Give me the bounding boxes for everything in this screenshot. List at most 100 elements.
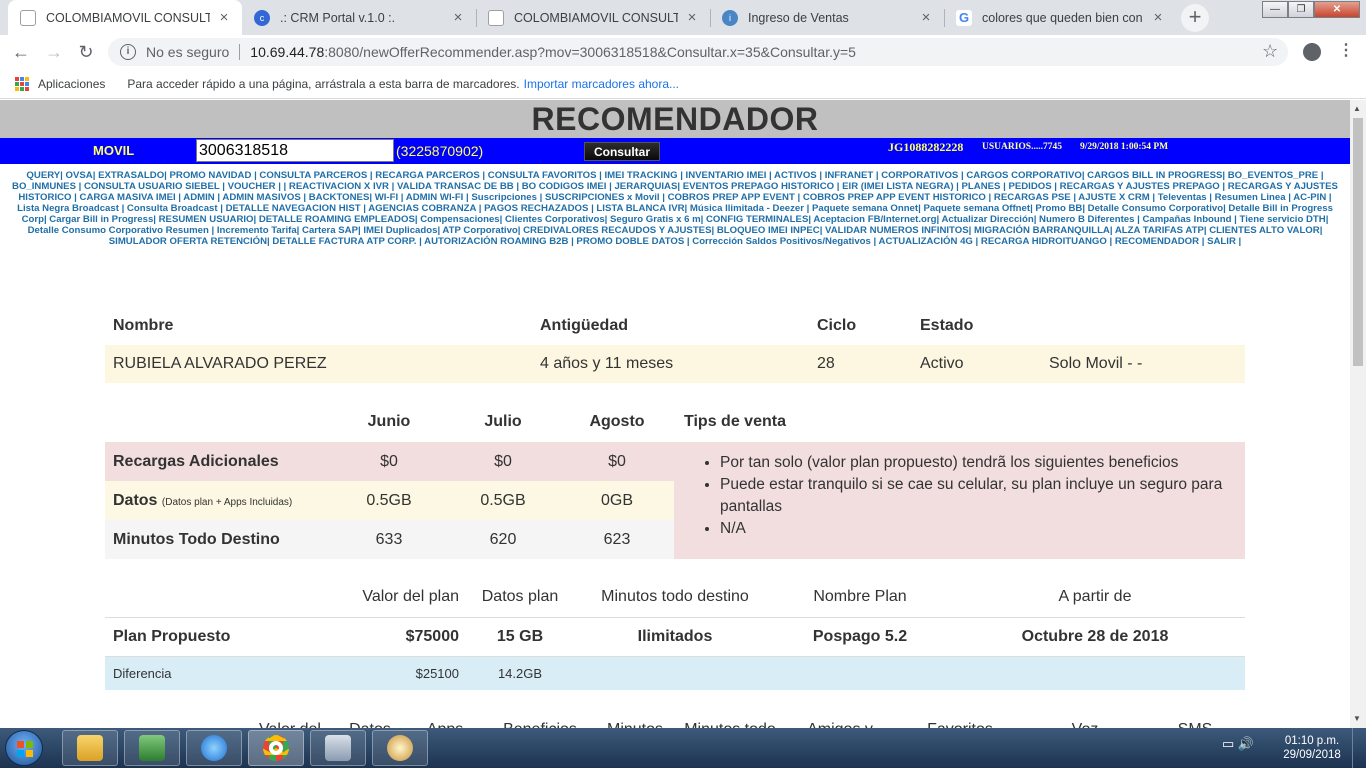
minimize-button[interactable]: — (1262, 1, 1288, 18)
security-label: No es seguro (146, 44, 230, 60)
windows-logo-icon (17, 741, 33, 757)
page-viewport: RECOMENDADOR MOVIL 3006318518 (322587090… (0, 100, 1350, 728)
reload-button[interactable]: ↻ (74, 41, 98, 65)
bookmark-star-icon[interactable]: ☆ (1262, 41, 1278, 62)
row-label-text: Datos (113, 491, 158, 509)
forward-button[interactable]: → (42, 41, 66, 65)
excel-taskbar-button[interactable] (124, 730, 180, 766)
consultar-button[interactable]: Consultar (584, 142, 660, 161)
windows-taskbar: ▭ 🔊 01:10 p.m. 29/09/2018 (0, 728, 1366, 768)
tab-title: colores que queden bien con gr (982, 10, 1144, 25)
cell-value: 0.5GB (332, 481, 446, 520)
apps-shortcut[interactable]: Aplicaciones (38, 77, 105, 91)
close-window-button[interactable]: ✕ (1314, 1, 1360, 18)
page-scrollbar[interactable]: ▲ ▼ (1350, 100, 1366, 728)
col-header: Nombre (113, 317, 174, 334)
paint-taskbar-button[interactable] (372, 730, 428, 766)
col-header: Ciclo (817, 317, 857, 334)
volume-icon[interactable]: 🔊 (1238, 736, 1254, 751)
col-header: Apps (405, 718, 485, 728)
spreadsheet-icon (139, 735, 165, 761)
start-button[interactable] (5, 730, 43, 766)
scroll-up-icon[interactable]: ▲ (1353, 104, 1361, 113)
month-header: Agosto (589, 413, 645, 430)
col-header: A partir de (945, 578, 1245, 618)
plan-start-date: Octubre 28 de 2018 (1021, 627, 1169, 645)
clock-time: 01:10 p.m. (1284, 735, 1340, 747)
table-row: Recargas Adicionales $0 $0 $0 Por tan so… (105, 442, 1245, 559)
col-header: Minutos (595, 718, 675, 728)
cell-value: 0.5GB (446, 481, 560, 520)
calculator-taskbar-button[interactable] (310, 730, 366, 766)
new-tab-button[interactable]: + (1181, 4, 1209, 32)
plan-data: 15 GB (496, 627, 544, 645)
movil-label: MOVIL (93, 143, 135, 158)
page-icon (488, 9, 504, 26)
tip-item: Puede estar tranquilo si se cae su celul… (720, 474, 1225, 518)
divider (239, 44, 241, 60)
tab-title: COLOMBIAMOVIL CONSULTA IN (46, 10, 210, 25)
info-icon[interactable]: i (120, 44, 136, 60)
browser-tab[interactable]: G colores que queden bien con gr × (944, 0, 1176, 35)
col-header: Datos plan (465, 578, 575, 618)
plan-label: Plan Propuesto (113, 627, 231, 645)
explorer-taskbar-button[interactable] (62, 730, 118, 766)
table-row: Plan Propuesto $75000 15 GB Ilimitados P… (105, 617, 1245, 656)
scroll-down-icon[interactable]: ▼ (1353, 714, 1361, 723)
table-header-row: Valor del Datos Apps Beneficios Minutos … (105, 718, 1245, 728)
browser-toolbar: ← → ↻ i No es seguro 10.69.44.78:8080/ne… (0, 35, 1366, 69)
close-icon[interactable]: × (684, 9, 700, 26)
col-header: Beneficios (485, 718, 595, 728)
crm-icon: c (254, 9, 270, 26)
row-note: (Datos plan + Apps Incluidas) (161, 496, 293, 508)
chrome-icon (263, 735, 289, 761)
col-header: Minutos todo destino (575, 578, 775, 618)
cell-value: 623 (560, 520, 674, 559)
network-icon[interactable]: ▭ (1222, 736, 1234, 751)
chrome-taskbar-button[interactable] (248, 730, 304, 766)
row-label: Recargas Adicionales (105, 442, 332, 481)
close-icon[interactable]: × (216, 9, 232, 26)
tab-title: Ingreso de Ventas (748, 10, 849, 25)
page-icon (20, 9, 36, 26)
diff-value: $25100 (305, 655, 465, 690)
calculator-icon (325, 735, 351, 761)
browser-tab[interactable]: c .: CRM Portal v.1.0 :. × (242, 0, 476, 35)
plan-table: Valor del plan Datos plan Minutos todo d… (105, 578, 1245, 690)
plan-name: Pospago 5.2 (812, 627, 908, 645)
show-desktop-button[interactable] (1352, 728, 1366, 768)
tips-header: Tips de venta (684, 413, 786, 430)
browser-tab[interactable]: i Ingreso de Ventas × (710, 0, 944, 35)
close-icon[interactable]: × (1150, 9, 1166, 26)
cell-value: 620 (446, 520, 560, 559)
apps-grid-icon[interactable] (15, 76, 29, 91)
tab-title: COLOMBIAMOVIL CONSULTA IN (514, 10, 678, 25)
users-count: USUARIOS.....7745 (982, 142, 1062, 152)
close-icon[interactable]: × (918, 9, 934, 26)
table-row: Diferencia $25100 14.2GB (105, 655, 1245, 690)
tab-title: .: CRM Portal v.1.0 :. (280, 10, 396, 25)
phone-input[interactable]: 3006318518 (196, 139, 394, 162)
back-button[interactable]: ← (9, 41, 33, 65)
row-label: Datos (Datos plan + Apps Incluidas) (105, 481, 332, 520)
cell-value: 0GB (560, 481, 674, 520)
customer-type: Solo Movil - - (1041, 345, 1245, 383)
user-code: JG1088282228 (888, 140, 964, 154)
import-bookmarks-link[interactable]: Importar marcadores ahora... (524, 77, 679, 91)
system-tray[interactable]: ▭ 🔊 (1222, 736, 1254, 752)
ie-taskbar-button[interactable] (186, 730, 242, 766)
scroll-thumb[interactable] (1353, 118, 1363, 366)
account-icon[interactable] (1303, 43, 1321, 61)
address-bar[interactable]: i No es seguro 10.69.44.78:8080/newOffer… (108, 38, 1288, 66)
menu-kebab-icon[interactable]: ⋮ (1338, 40, 1354, 60)
browser-tab[interactable]: COLOMBIAMOVIL CONSULTA IN × (8, 0, 242, 35)
row-label: Minutos Todo Destino (105, 520, 332, 559)
close-icon[interactable]: × (450, 9, 466, 26)
col-header: Valor del (245, 718, 335, 728)
maximize-button[interactable]: ❐ (1288, 1, 1314, 18)
customer-cycle: 28 (809, 345, 912, 383)
table-header-row: Junio Julio Agosto Tips de venta (105, 402, 1245, 442)
nav-menu[interactable]: QUERY| OVSA| EXTRASALDO| PROMO NAVIDAD |… (5, 170, 1345, 247)
browser-tab[interactable]: COLOMBIAMOVIL CONSULTA IN × (476, 0, 710, 35)
system-clock[interactable]: 01:10 p.m. 29/09/2018 (1280, 734, 1344, 762)
